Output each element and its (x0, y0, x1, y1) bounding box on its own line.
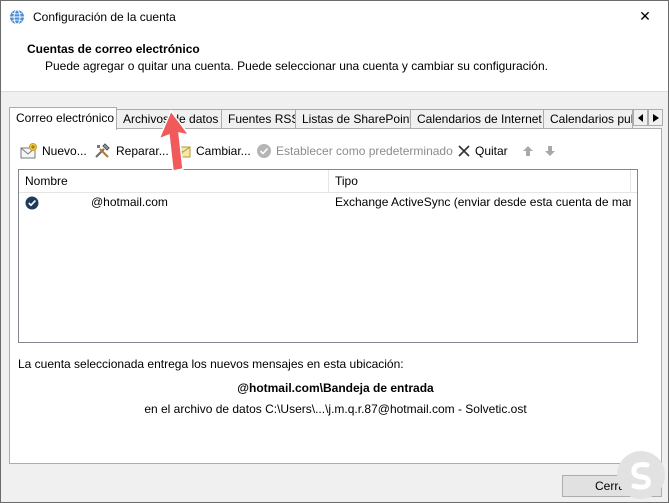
new-account-label: Nuevo... (42, 144, 87, 158)
tab-scroll-right-button[interactable] (648, 109, 663, 126)
section-description: Puede agregar o quitar una cuenta. Puede… (45, 59, 548, 73)
change-settings-icon (174, 146, 191, 159)
account-settings-window: Configuración de la cuenta ✕ Cuentas de … (0, 0, 669, 503)
close-button-label: Cerrar (594, 479, 629, 493)
move-up-button[interactable] (522, 141, 538, 161)
data-file-path: en el archivo de datos C:\Users\...\j.m.… (144, 402, 527, 416)
repair-account-label: Reparar... (116, 144, 169, 158)
account-type: Exchange ActiveSync (enviar desde esta c… (335, 195, 631, 209)
x-remove-icon (458, 145, 470, 157)
window-close-button[interactable]: ✕ (622, 1, 668, 32)
checkmark-circle-icon (257, 144, 271, 158)
tab-label: Calendarios pul (550, 112, 633, 126)
section-title: Cuentas de correo electrónico (27, 42, 200, 56)
repair-account-button[interactable]: Reparar... (94, 141, 169, 161)
title-bar: Configuración de la cuenta ✕ (1, 1, 668, 33)
list-header: Nombre Tipo (19, 170, 637, 193)
email-tab-panel: Nuevo... Reparar... Cambiar... Establece… (9, 128, 662, 464)
accounts-list: Nombre Tipo @hotmail.com Exchange Active… (18, 169, 638, 343)
close-icon: ✕ (639, 8, 651, 24)
column-header-type[interactable]: Tipo (329, 170, 631, 192)
tab-rss-feeds[interactable]: Fuentes RSS (221, 109, 296, 128)
tab-strip: Correo electrónico Archivos de datos Fue… (9, 107, 665, 130)
tools-icon (95, 143, 110, 158)
tab-label: Listas de SharePoint (302, 112, 411, 126)
remove-account-label: Quitar (475, 144, 508, 158)
triangle-left-icon (637, 113, 643, 122)
change-account-button[interactable]: Cambiar... (174, 141, 251, 161)
tab-label: Archivos de datos (123, 112, 219, 126)
account-row[interactable]: @hotmail.com Exchange ActiveSync (enviar… (19, 193, 637, 213)
triangle-right-icon (652, 113, 659, 122)
delivery-info-label: La cuenta seleccionada entrega los nuevo… (18, 357, 404, 371)
account-name: @hotmail.com (91, 195, 168, 209)
tab-label: Correo electrónico (16, 111, 115, 125)
move-down-button[interactable] (544, 141, 560, 161)
default-account-check-icon (25, 196, 39, 213)
set-default-button[interactable]: Establecer como predeterminado (256, 141, 453, 161)
tab-sharepoint-lists[interactable]: Listas de SharePoint (295, 109, 411, 128)
new-account-button[interactable]: Nuevo... (20, 141, 87, 161)
tab-label: Calendarios de Internet (417, 112, 542, 126)
outlook-globe-icon (9, 9, 25, 25)
account-toolbar: Nuevo... Reparar... Cambiar... Establece… (20, 141, 640, 161)
set-default-label: Establecer como predeterminado (276, 144, 453, 158)
tab-scroll-left-button[interactable] (633, 109, 648, 126)
column-header-name[interactable]: Nombre (19, 170, 329, 192)
arrow-down-icon (545, 146, 555, 156)
remove-account-button[interactable]: Quitar (457, 141, 508, 161)
change-account-label: Cambiar... (196, 144, 251, 158)
tab-data-files[interactable]: Archivos de datos (116, 109, 222, 128)
tab-internet-calendars[interactable]: Calendarios de Internet (410, 109, 544, 128)
tab-email[interactable]: Correo electrónico (9, 107, 117, 130)
header-panel: Cuentas de correo electrónico Puede agre… (1, 33, 668, 92)
arrow-up-icon (523, 146, 533, 156)
new-mail-icon (20, 143, 37, 159)
tab-label: Fuentes RSS (228, 112, 296, 126)
window-title: Configuración de la cuenta (33, 10, 176, 24)
close-button[interactable]: Cerrar (562, 475, 662, 497)
delivery-folder-path: @hotmail.com\Bandeja de entrada (237, 381, 434, 395)
tab-published-calendars[interactable]: Calendarios pul (543, 109, 633, 128)
